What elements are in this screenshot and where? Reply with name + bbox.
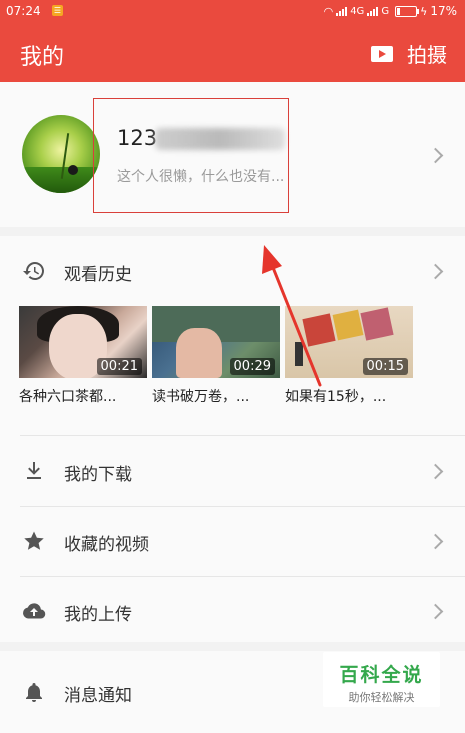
downloads-row[interactable]: 我的下载 — [0, 436, 465, 506]
status-time: 07:24 — [6, 4, 41, 18]
chevron-right-icon[interactable] — [427, 603, 444, 620]
profile-card[interactable]: 123 这个人很懒，什么也没有... — [0, 82, 465, 227]
menu-card: 观看历史 00:21 各种六口茶都... 00:29 读书破万卷，... 00:… — [0, 236, 465, 642]
status-bar: 07:24 ☰ ◠ 4G G ϟ 17% — [0, 0, 465, 22]
shoot-button[interactable]: 拍摄 — [371, 39, 447, 68]
favorites-row[interactable]: 收藏的视频 — [0, 506, 465, 576]
notifications-label: 消息通知 — [64, 686, 132, 706]
uploads-label: 我的上传 — [64, 605, 132, 625]
battery-percent: 17% — [430, 4, 457, 18]
video-thumbnail[interactable]: 00:15 — [285, 306, 413, 378]
video-caption: 读书破万卷，... — [152, 389, 250, 405]
annotation-box — [93, 98, 289, 213]
network-type-2: G — [381, 5, 390, 17]
status-right: ◠ 4G G ϟ 17% — [324, 4, 457, 18]
history-video-list: 00:21 各种六口茶都... 00:29 读书破万卷，... 00:15 如果… — [19, 306, 413, 406]
watermark-title: 百科全说 — [339, 664, 424, 686]
history-video-item[interactable]: 00:21 各种六口茶都... — [19, 306, 147, 406]
video-camera-icon[interactable] — [371, 45, 393, 62]
video-caption: 如果有15秒，... — [285, 389, 387, 405]
history-video-item[interactable]: 00:29 读书破万卷，... — [152, 306, 280, 406]
uploads-row[interactable]: 我的上传 — [0, 576, 465, 646]
video-duration: 00:15 — [362, 358, 408, 375]
video-thumbnail[interactable]: 00:21 — [19, 306, 147, 378]
downloads-label: 我的下载 — [64, 465, 132, 485]
notification-icon: ☰ — [52, 5, 63, 16]
video-thumbnail[interactable]: 00:29 — [152, 306, 280, 378]
history-row[interactable]: 观看历史 — [0, 236, 465, 306]
history-video-item[interactable]: 00:15 如果有15秒，... — [285, 306, 413, 406]
favorites-label: 收藏的视频 — [64, 535, 149, 555]
history-label: 观看历史 — [64, 265, 132, 285]
shoot-label[interactable]: 拍摄 — [407, 39, 447, 68]
avatar[interactable] — [22, 115, 100, 193]
star-icon — [24, 531, 44, 550]
chevron-right-icon[interactable] — [427, 263, 444, 280]
wifi-icon: ◠ — [323, 4, 334, 18]
chevron-right-icon[interactable] — [427, 533, 444, 550]
history-icon — [23, 262, 44, 280]
page-title: 我的 — [20, 45, 65, 70]
signal-icon-2 — [367, 6, 379, 16]
download-icon — [27, 462, 41, 479]
network-type: 4G — [350, 5, 365, 17]
watermark-subtitle: 助你轻松解决 — [348, 691, 415, 704]
battery-icon — [395, 5, 420, 17]
charging-icon: ϟ — [420, 4, 428, 18]
video-duration: 00:21 — [96, 358, 142, 375]
chevron-right-icon[interactable] — [427, 463, 444, 480]
signal-icon — [336, 6, 348, 16]
video-duration: 00:29 — [229, 358, 275, 375]
app-bar: 我的 拍摄 — [0, 22, 465, 82]
chevron-right-icon[interactable] — [427, 147, 444, 164]
video-caption: 各种六口茶都... — [19, 389, 117, 405]
watermark-logo: 百科全说 助你轻松解决 — [323, 652, 440, 707]
bell-icon — [26, 683, 42, 702]
cloud-upload-icon — [23, 603, 46, 619]
